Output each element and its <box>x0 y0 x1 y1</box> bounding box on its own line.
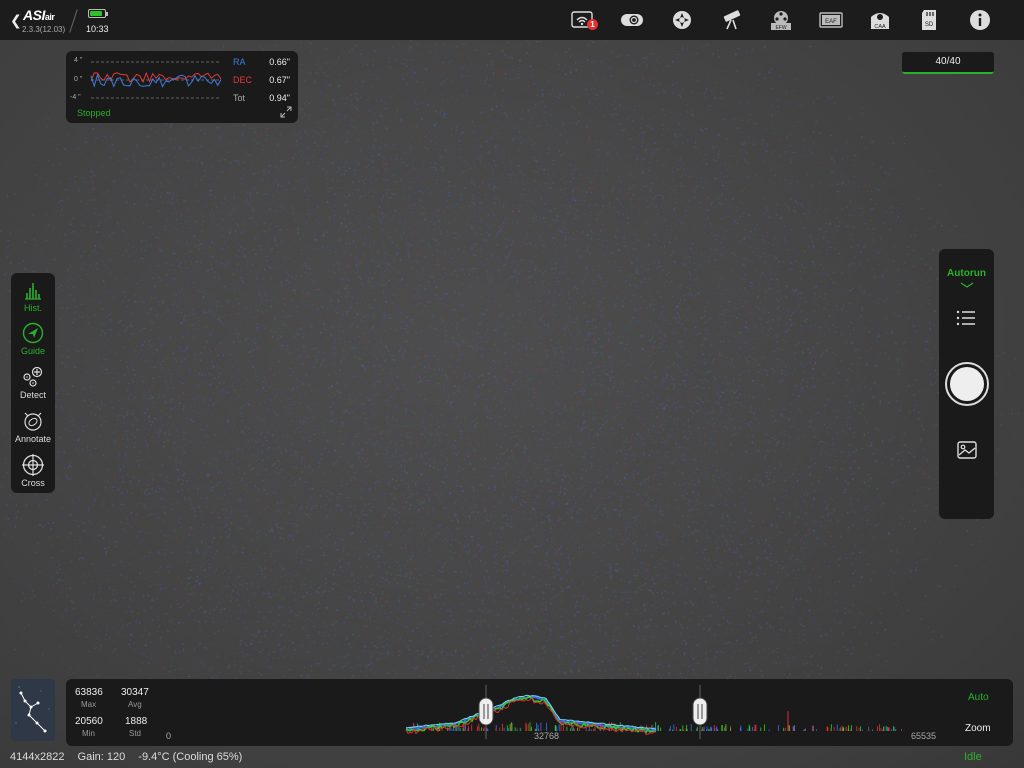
axis-max-tick: 65535 <box>911 731 937 741</box>
temperature-text: -9.4°C (Cooling 65%) <box>138 751 243 763</box>
top-bar: ❮ ASIair 2.3.3(12.03) 10:33 1 EFW EAF CA… <box>0 0 1024 40</box>
guide-graph-panel[interactable]: 4 " 0 " -4 " RA DEC Tot 0.66" 0.67" 0.94… <box>66 51 298 123</box>
sd-text: SD <box>925 22 934 28</box>
cross-tool[interactable]: Cross <box>11 454 55 488</box>
y-axis-mid: 0 " <box>74 76 83 83</box>
auto-stretch-button[interactable]: Auto <box>968 692 989 703</box>
tot-label: Tot <box>233 93 246 103</box>
detect-label: Detect <box>19 390 46 400</box>
clock: 10:33 <box>86 24 109 34</box>
guide-tool[interactable]: Guide <box>11 322 55 356</box>
idle-status: Idle <box>964 751 982 763</box>
histogram-panel: 63836 Max 30347 Avg 20560 Min 1888 Std 0… <box>66 679 1013 746</box>
detect-icon <box>23 366 43 387</box>
white-point-slider[interactable] <box>692 697 708 726</box>
focuser-icon[interactable]: EAF <box>819 9 843 31</box>
hist-tool[interactable]: Hist. <box>11 279 55 313</box>
constellation-thumbnail[interactable] <box>11 679 55 741</box>
caa-icon[interactable]: CAA <box>868 9 892 31</box>
app-logo: ASIair <box>23 7 55 23</box>
status-bar: 4144x2822 Gain: 120 -9.4°C (Cooling 65%) <box>10 751 252 763</box>
sd-card-icon[interactable]: SD <box>918 9 942 31</box>
caa-text: CAA <box>874 24 886 30</box>
mount-icon[interactable] <box>670 9 694 31</box>
annotate-tool[interactable]: Annotate <box>11 410 55 444</box>
histogram-icon <box>25 283 41 300</box>
zoom-button[interactable]: Zoom <box>965 723 991 734</box>
annotate-icon <box>24 412 42 431</box>
info-icon[interactable] <box>968 9 992 31</box>
constellation-icon <box>15 686 50 733</box>
crosshair-icon <box>22 454 44 476</box>
frame-counter: 40/40 <box>902 52 994 74</box>
telescope-icon[interactable] <box>720 9 744 31</box>
sky-image[interactable] <box>0 40 1024 680</box>
list-icon[interactable] <box>956 309 976 327</box>
resolution-text: 4144x2822 <box>10 751 65 763</box>
black-point-slider[interactable] <box>478 697 494 726</box>
ra-label: RA <box>233 57 246 67</box>
guide-label: Guide <box>20 346 46 356</box>
tot-value: 0.94" <box>269 93 290 103</box>
shutter-button[interactable] <box>945 362 989 406</box>
capture-panel: Autorun <box>939 249 994 519</box>
axis-min-tick: 0 <box>166 731 172 741</box>
camera-icon[interactable] <box>620 9 644 31</box>
app-version: 2.3.3(12.03) <box>22 25 66 34</box>
detect-tool[interactable]: Detect <box>11 366 55 400</box>
filter-wheel-icon[interactable]: EFW <box>769 9 793 31</box>
logo-main: ASI <box>23 7 45 23</box>
back-chevron-icon[interactable]: ❮ <box>10 12 22 29</box>
ra-value: 0.66" <box>269 57 290 67</box>
guide-status: Stopped <box>77 108 111 118</box>
eaf-text: EAF <box>825 19 837 25</box>
axis-mid-tick: 32768 <box>534 731 560 741</box>
expand-icon[interactable] <box>280 106 292 118</box>
efw-text: EFW <box>775 25 786 31</box>
left-toolbar: Hist. Guide Detect Annotate Cross <box>11 273 55 493</box>
annotate-label: Annotate <box>14 434 52 444</box>
y-axis-top: 4 " <box>74 57 83 64</box>
logo-small: air <box>44 12 55 22</box>
cross-label: Cross <box>21 478 45 488</box>
chevron-down-icon[interactable] <box>960 282 974 288</box>
autorun-button[interactable]: Autorun <box>939 268 994 279</box>
battery-icon <box>88 9 108 18</box>
y-axis-bottom: -4 " <box>70 94 81 101</box>
dec-value: 0.67" <box>269 75 290 85</box>
guide-icon <box>22 322 44 344</box>
wifi-alert-badge: 1 <box>587 19 598 30</box>
gallery-icon[interactable] <box>957 441 977 459</box>
hist-label: Hist. <box>24 303 42 313</box>
gain-text: Gain: 120 <box>77 751 126 763</box>
divider <box>69 9 78 33</box>
